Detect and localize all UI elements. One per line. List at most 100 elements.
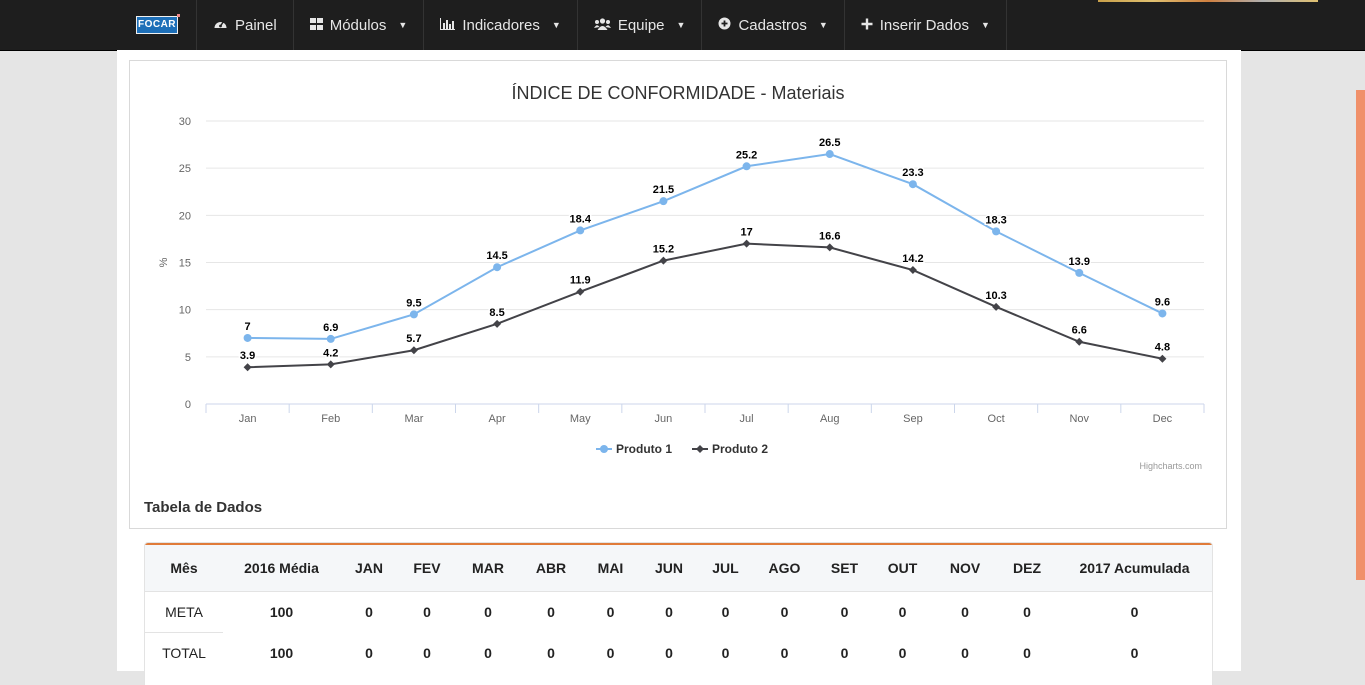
grid-icon	[309, 17, 323, 33]
data-point	[1158, 354, 1167, 363]
plus-icon	[861, 18, 873, 33]
nav-label-painel: Painel	[235, 16, 277, 34]
nav-label-cadastros: Cadastros	[738, 16, 807, 34]
nav-label-equipe: Equipe	[617, 16, 665, 34]
data-label: 11.9	[570, 275, 591, 287]
table-cell: 0	[423, 604, 431, 621]
brand-logo[interactable]: FOCAR	[136, 14, 180, 34]
data-table-title: Tabela de Dados	[144, 499, 263, 516]
data-label: 13.9	[1069, 256, 1090, 268]
y-tick-label: 0	[185, 399, 191, 411]
top-navbar: FOCAR Painel Módulos ▼ Indicadores ▼ Equ…	[0, 0, 1365, 51]
chevron-down-icon: ▼	[398, 20, 408, 30]
table-header-cell: 2016 Média	[223, 545, 340, 592]
x-tick-label: Aug	[820, 413, 840, 425]
x-tick-label: Nov	[1069, 413, 1089, 425]
chevron-down-icon: ▼	[551, 20, 561, 30]
nav-item-indicadores[interactable]: Indicadores ▼	[423, 0, 576, 50]
nav-item-painel[interactable]: Painel	[196, 0, 293, 50]
nav-item-modulos[interactable]: Módulos ▼	[292, 0, 424, 50]
users-icon	[593, 17, 611, 33]
data-point	[825, 243, 834, 252]
nav-item-inserir-dados[interactable]: Inserir Dados ▼	[843, 0, 1007, 50]
data-point	[409, 310, 418, 319]
dashboard-icon	[213, 17, 228, 33]
y-tick-label: 25	[179, 163, 191, 175]
table-cell: 0	[961, 604, 969, 621]
table-cell: 0	[606, 604, 615, 621]
y-tick-label: 20	[179, 210, 191, 222]
y-tick-label: 5	[185, 352, 191, 364]
table-header-row: Mês 2016 Média JAN FEV MAR ABR MAI JUN J…	[145, 545, 1212, 592]
y-tick-label: 30	[179, 116, 191, 128]
legend-marker	[696, 445, 704, 453]
table-cell: 0	[898, 644, 907, 661]
table-header-cell: FEV	[398, 545, 456, 592]
table-cell: 0	[840, 644, 849, 661]
data-label: 4.2	[323, 347, 338, 359]
data-label: 7	[245, 321, 251, 333]
data-label: 21.5	[653, 184, 674, 196]
data-label: 9.5	[406, 297, 421, 309]
table-cell: 0	[547, 644, 555, 661]
side-accent-bar	[1356, 90, 1365, 580]
data-label: 4.8	[1155, 342, 1170, 354]
x-tick-label: Sep	[903, 413, 923, 425]
x-tick-label: Dec	[1153, 413, 1173, 425]
data-point	[576, 226, 585, 235]
nav-item-equipe[interactable]: Equipe ▼	[576, 0, 702, 50]
data-label: 3.9	[240, 350, 255, 362]
data-point	[1075, 337, 1084, 346]
table-cell: 0	[780, 644, 789, 661]
plus-circle-icon	[718, 17, 731, 33]
data-label: 9.6	[1155, 296, 1170, 308]
data-point	[243, 363, 252, 372]
data-point	[825, 150, 834, 159]
table-cell: 0	[665, 604, 673, 621]
x-tick-label: Apr	[489, 413, 506, 425]
data-table-container: Mês 2016 Média JAN FEV MAR ABR MAI JUN J…	[145, 543, 1212, 685]
data-label: 14.5	[486, 250, 507, 262]
table-header-cell: DEZ	[997, 545, 1057, 592]
table-cell: 0	[721, 604, 730, 621]
table-cell: 0	[665, 644, 673, 661]
x-tick-label: May	[570, 413, 591, 425]
data-point	[908, 180, 917, 189]
data-point	[659, 197, 668, 206]
chart-credits[interactable]: Highcharts.com	[1139, 461, 1202, 471]
series-line-1	[247, 152, 1163, 340]
data-label: 6.6	[1072, 325, 1087, 337]
data-table-header: Tabela de Dados	[129, 489, 1227, 529]
data-label: 15.2	[653, 244, 674, 256]
x-tick-label: Jun	[655, 413, 673, 425]
data-label: 23.3	[902, 167, 923, 179]
chevron-down-icon: ▼	[980, 20, 990, 30]
table-header-cell: 2017 Acumulada	[1057, 545, 1212, 592]
table-header-cell: MAI	[582, 545, 639, 592]
data-point	[409, 346, 418, 355]
table-cell: 0	[1130, 644, 1139, 661]
table-cell: 100	[269, 604, 294, 621]
table-cell: 0	[365, 604, 373, 621]
nav-label-inserir-dados: Inserir Dados	[879, 16, 969, 34]
bar-chart-icon	[440, 17, 456, 33]
table-cell: 0	[1023, 604, 1031, 621]
table-header-cell: ABR	[520, 545, 582, 592]
chevron-down-icon: ▼	[818, 20, 828, 30]
chart-panel: ÍNDICE DE CONFORMIDADE - Materiais 0 5 10 1…	[129, 60, 1227, 490]
table-cell: 0	[606, 644, 615, 661]
nav-label-modulos: Módulos	[329, 16, 387, 34]
table-row-label: META	[145, 591, 223, 633]
data-point	[1158, 309, 1167, 318]
data-label: 18.3	[985, 214, 1006, 226]
x-tick-label: Oct	[988, 413, 1005, 425]
table-row: META 100 0 0 0 0 0 0 0 0 0 0 0 0 0	[145, 591, 1212, 633]
table-cell: 100	[269, 644, 294, 661]
data-point	[1075, 268, 1084, 277]
table-cell: 0	[898, 604, 907, 621]
table-header-cell: Mês	[145, 545, 223, 592]
table-header-cell: AGO	[752, 545, 817, 592]
table-row-label: TOTAL	[162, 645, 206, 661]
data-label: 17	[740, 227, 752, 239]
nav-item-cadastros[interactable]: Cadastros ▼	[701, 0, 843, 50]
